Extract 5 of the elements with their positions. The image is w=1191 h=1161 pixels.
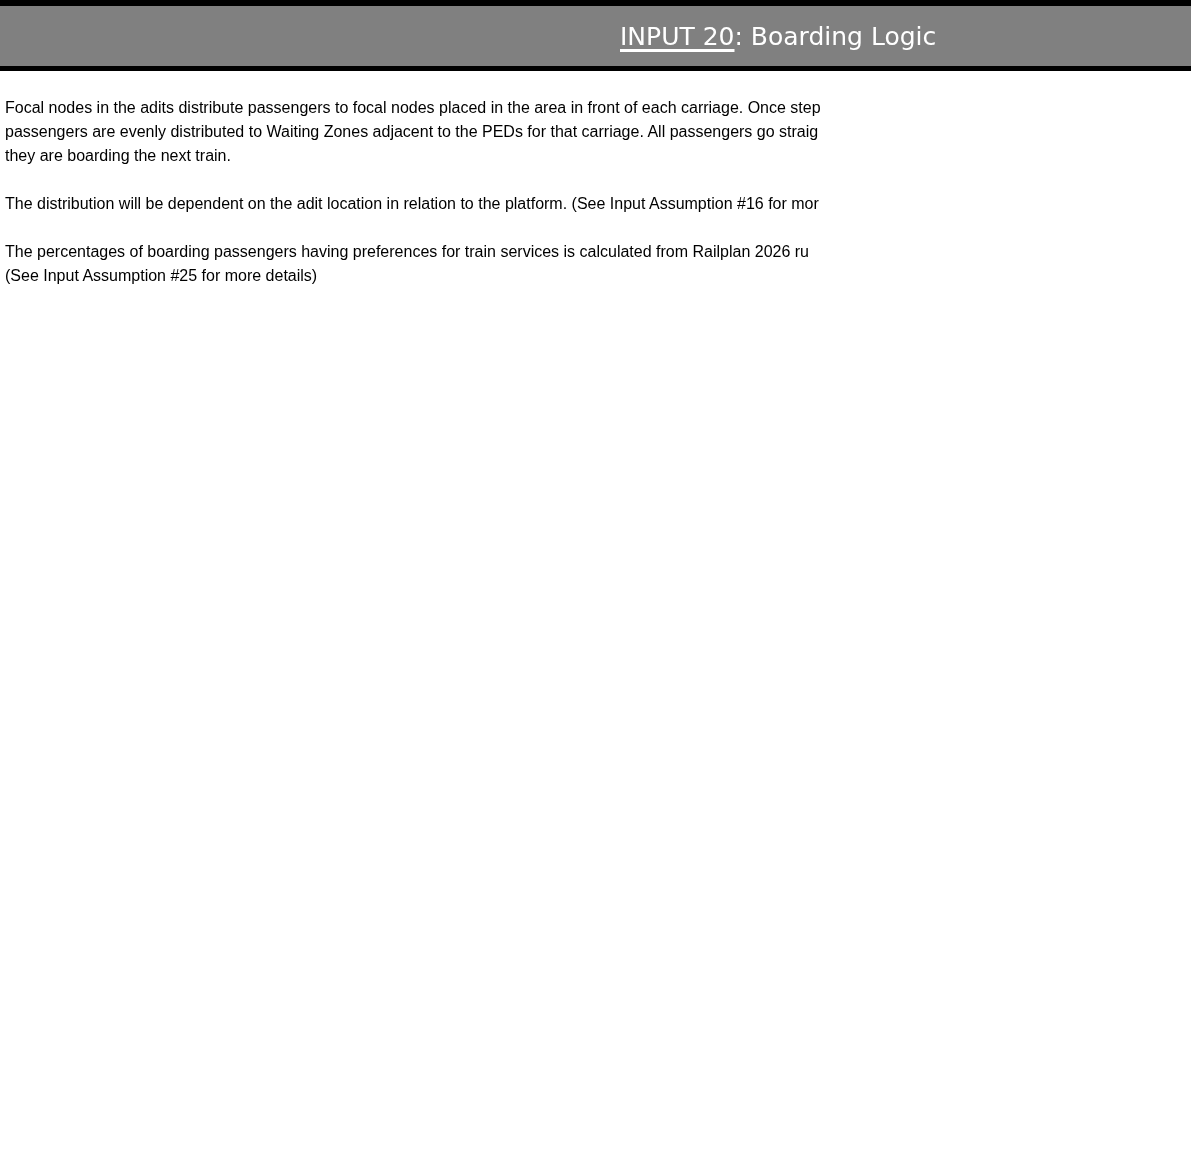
paragraph: The percentages of boarding passengers having preferences for train services is calculated from Railplan 2026 ru (See Input Assumption #25 for more details) — [5, 242, 809, 286]
input-link[interactable]: INPUT 20 — [620, 21, 735, 51]
paragraph: Focal nodes in the adits distribute passengers to focal nodes placed in the area in front of each carriage. Once step passengers are evenly distributed to Waiting Zones adjacent to the PEDs for that carriage. All passengers go straig they are boarding the next train. — [5, 98, 821, 166]
header-title: : Boarding Logic — [734, 21, 937, 51]
paragraph: The distribution will be dependent on the adit location in relation to the platform. (See Input Assumption #16 for mor — [5, 194, 819, 214]
